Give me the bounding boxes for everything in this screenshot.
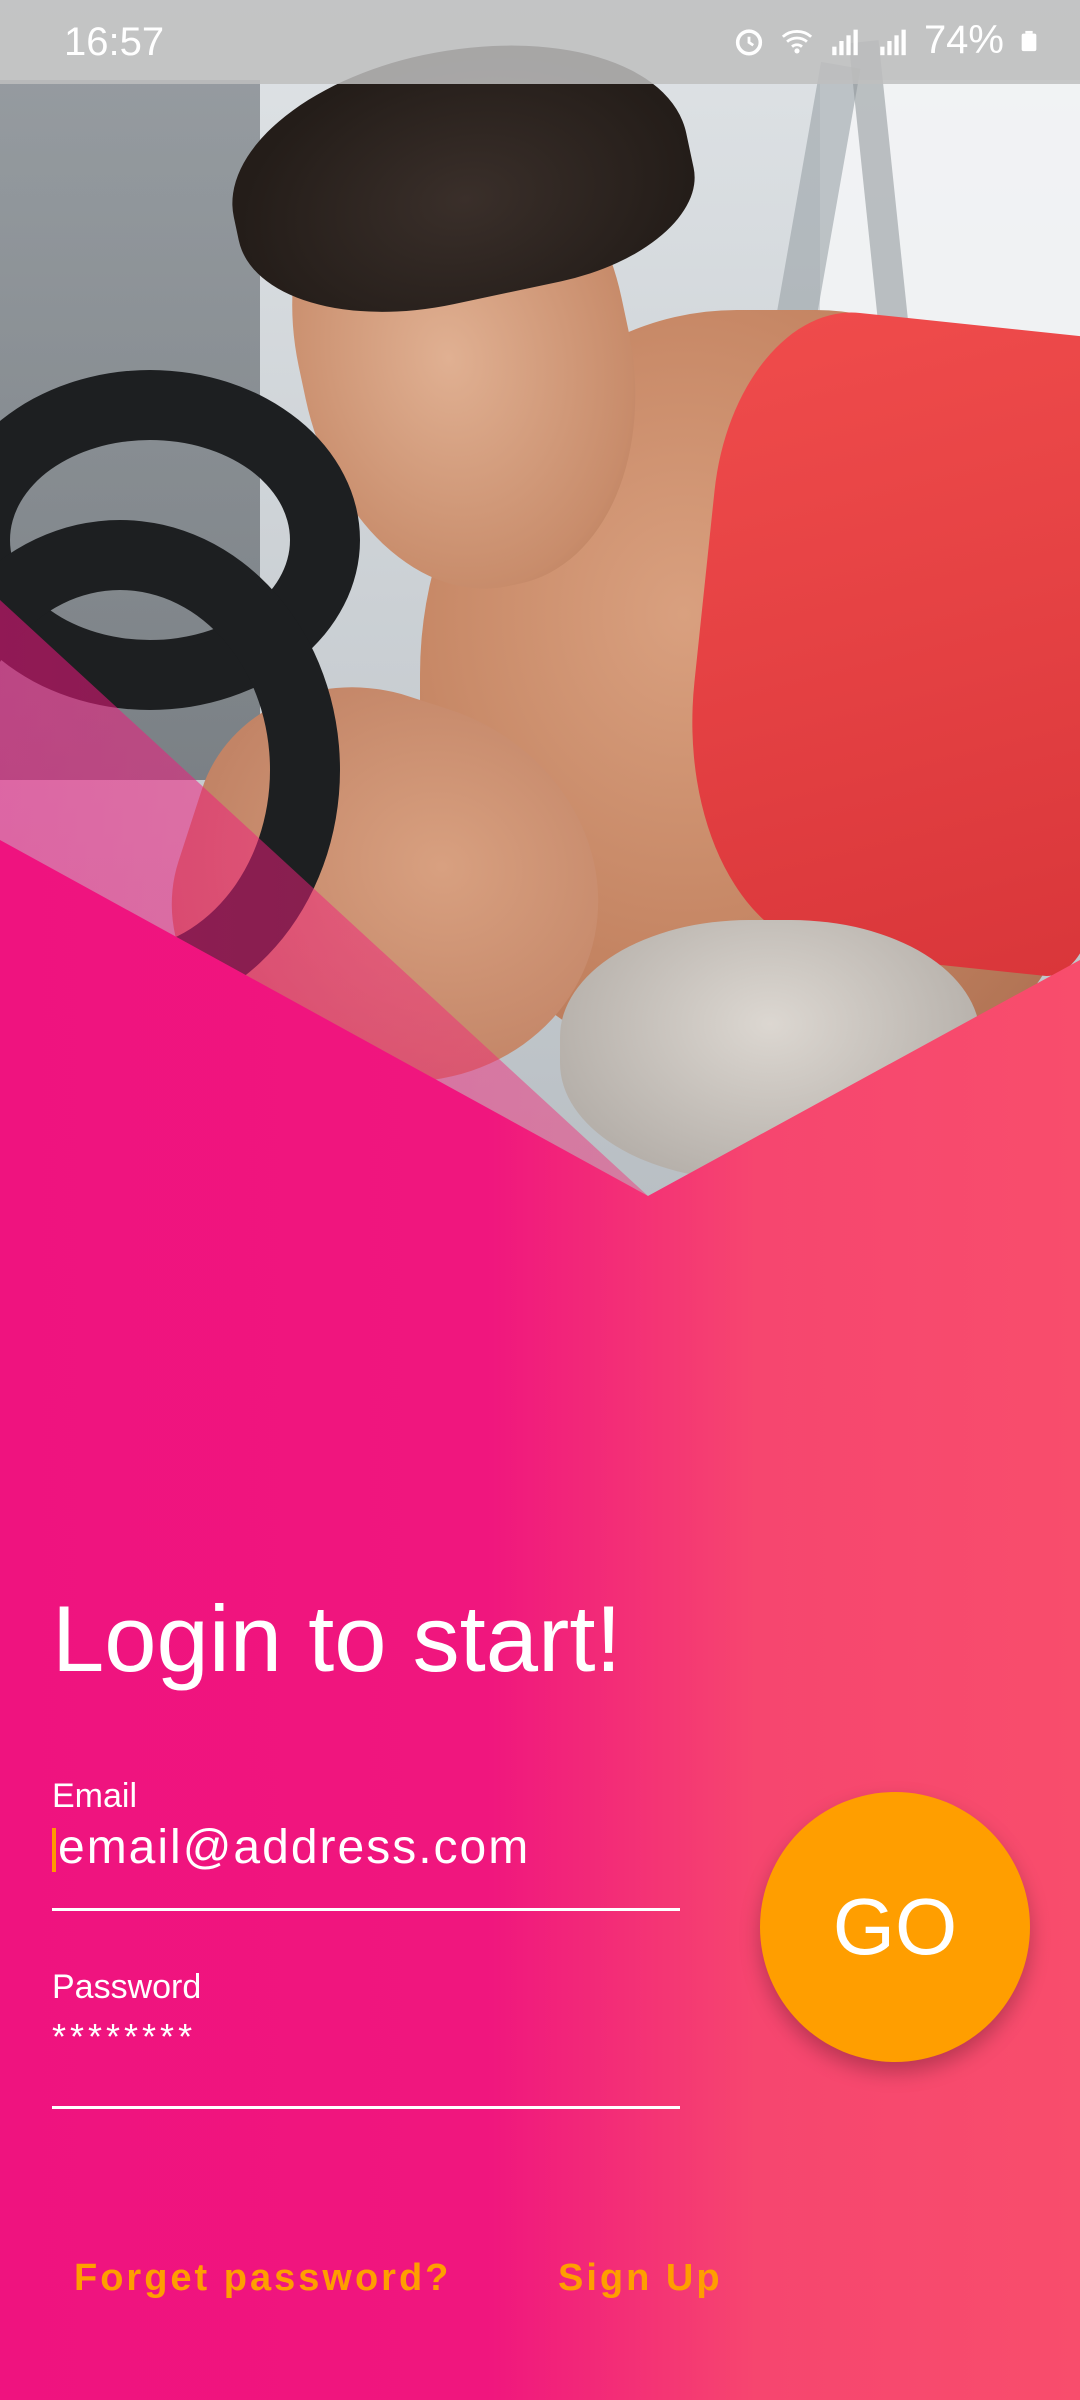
sign-up-link[interactable]: Sign Up [558,2257,723,2300]
page-title: Login to start! [52,1586,622,1691]
battery-icon [1021,30,1037,51]
status-time: 16:57 [64,20,165,64]
wifi-icon [781,29,813,53]
password-field[interactable]: ******** [52,2016,680,2109]
password-label: Password [52,1968,202,2006]
email-label: Email [52,1777,138,1815]
signal-icon [832,29,858,55]
go-button[interactable]: GO [760,1792,1030,2062]
signal-icon [880,29,906,55]
alarm-icon [735,28,763,56]
password-value: ******** [52,2016,197,2057]
email-field[interactable]: email@address.com [52,1820,680,1911]
email-placeholder: email@address.com [58,1821,531,1874]
status-bar: 16:57 74% [0,0,1080,84]
battery-percent: 74% [923,18,1004,62]
forgot-password-link[interactable]: Forget password? [74,2257,451,2300]
text-cursor [52,1828,56,1873]
